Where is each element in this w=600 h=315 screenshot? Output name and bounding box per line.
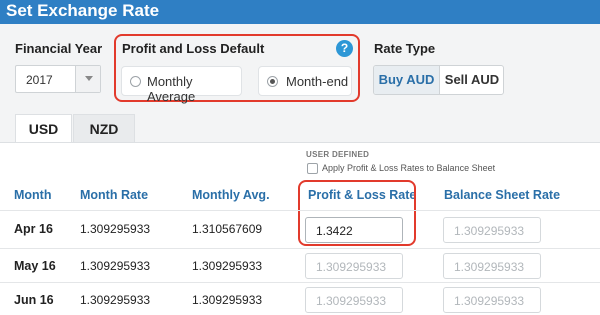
row-monthly-avg: 1.310567609 <box>192 222 263 236</box>
user-defined-label: USER DEFINED <box>306 150 370 159</box>
col-header-month: Month <box>14 188 52 202</box>
dropdown-toggle[interactable] <box>75 66 100 92</box>
bs-rate-input[interactable]: 1.309295933 <box>443 253 541 279</box>
row-month-rate: 1.309295933 <box>80 293 151 307</box>
title-bar: Set Exchange Rate <box>0 0 600 24</box>
row-month: Apr 16 <box>14 222 53 236</box>
row-monthly-avg: 1.309295933 <box>192 259 263 273</box>
row-month: May 16 <box>14 259 56 273</box>
rate-type-toggle: Buy AUD Sell AUD <box>373 65 504 95</box>
pl-rate-value: 1.309295933 <box>316 294 387 308</box>
pl-rate-input[interactable]: 1.3422 <box>305 217 403 243</box>
row-month-rate: 1.309295933 <box>80 259 151 273</box>
radio-month-end[interactable]: Month-end <box>258 66 352 96</box>
row-divider <box>0 282 600 283</box>
sell-aud-button[interactable]: Sell AUD <box>440 66 503 94</box>
bs-rate-input[interactable]: 1.309295933 <box>443 217 541 243</box>
chevron-down-icon <box>85 76 93 81</box>
pl-rate-value: 1.3422 <box>316 224 353 238</box>
col-header-month-rate: Month Rate <box>80 188 149 202</box>
bs-rate-value: 1.309295933 <box>454 260 525 274</box>
row-divider <box>0 210 600 211</box>
radio-month-end-label: Month-end <box>286 74 349 89</box>
apply-pl-rates-label: Apply Profit & Loss Rates to Balance She… <box>322 163 496 173</box>
pl-default-label: Profit and Loss Default <box>122 41 265 56</box>
radio-selected-icon[interactable] <box>267 76 278 87</box>
page-title: Set Exchange Rate <box>6 1 160 20</box>
financial-year-label: Financial Year <box>15 41 103 56</box>
apply-pl-rates-checkbox[interactable] <box>307 163 318 174</box>
pl-rate-input[interactable]: 1.309295933 <box>305 287 403 313</box>
tab-nzd[interactable]: NZD <box>73 114 135 143</box>
row-month: Jun 16 <box>14 293 54 307</box>
bs-rate-value: 1.309295933 <box>454 294 525 308</box>
pl-rate-input[interactable]: 1.309295933 <box>305 253 403 279</box>
col-header-monthly-avg: Monthly Avg. <box>192 188 270 202</box>
tab-usd[interactable]: USD <box>15 114 72 143</box>
radio-icon[interactable] <box>130 76 141 87</box>
row-monthly-avg: 1.309295933 <box>192 293 263 307</box>
col-header-bs-rate: Balance Sheet Rate <box>444 188 561 202</box>
radio-monthly-average-label: Monthly Average <box>147 74 196 104</box>
row-divider <box>0 248 600 249</box>
radio-monthly-average[interactable]: Monthly Average <box>121 66 242 104</box>
row-month-rate: 1.309295933 <box>80 222 151 236</box>
pl-rate-value: 1.309295933 <box>316 260 387 274</box>
rate-type-label: Rate Type <box>374 41 436 56</box>
financial-year-value: 2017 <box>26 73 53 87</box>
buy-aud-button[interactable]: Buy AUD <box>374 66 440 94</box>
help-icon[interactable]: ? <box>336 40 353 57</box>
bs-rate-value: 1.309295933 <box>454 224 525 238</box>
bs-rate-input[interactable]: 1.309295933 <box>443 287 541 313</box>
financial-year-select[interactable]: 2017 <box>15 65 101 93</box>
